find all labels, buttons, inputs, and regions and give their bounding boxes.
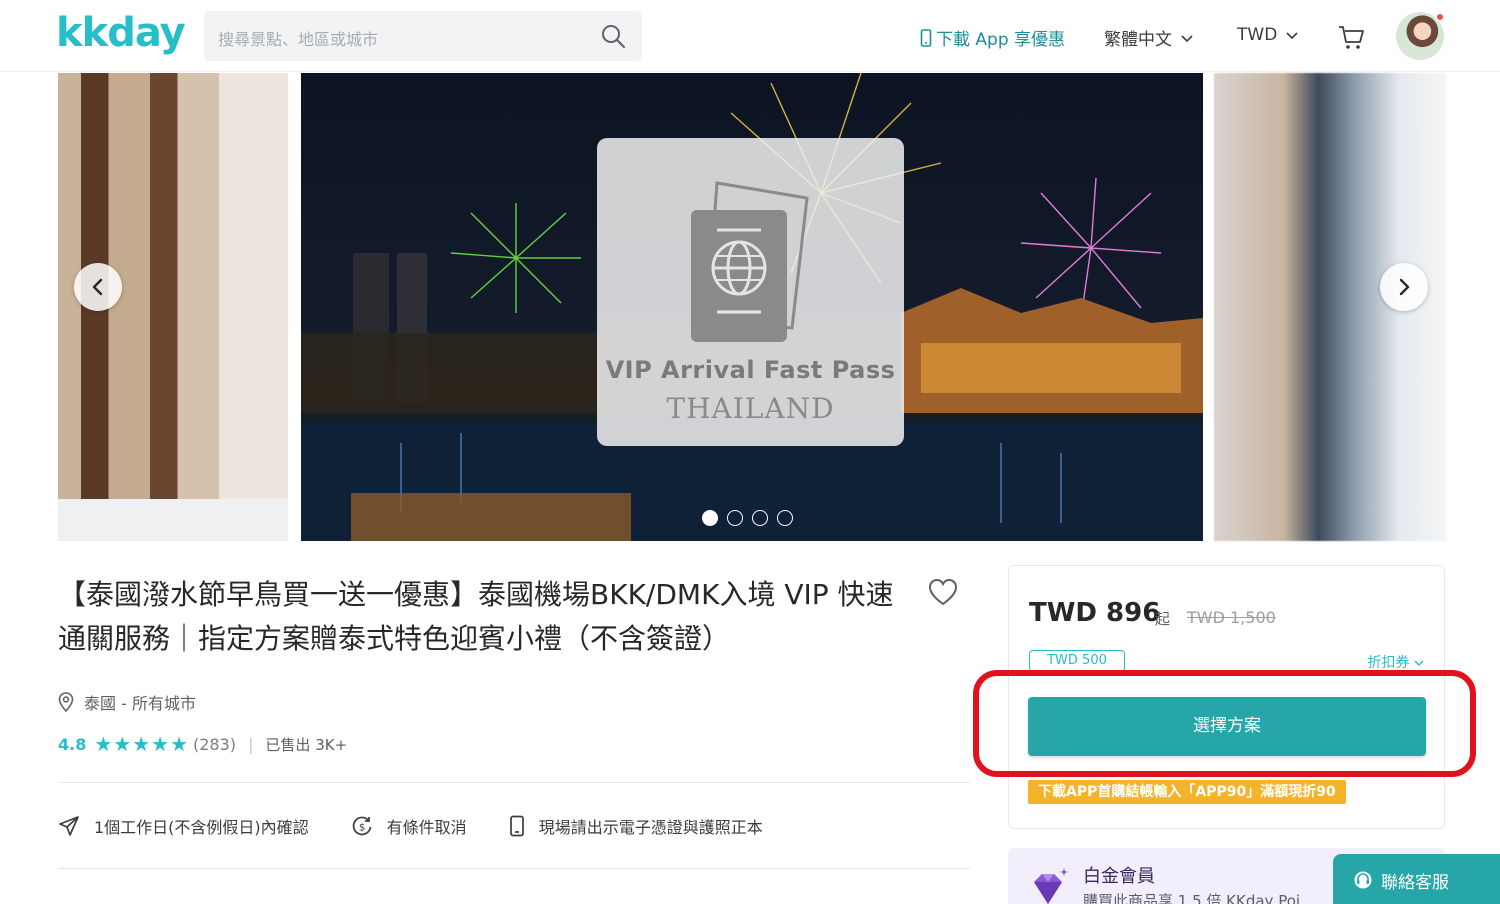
mobile-voucher-icon [509,815,524,837]
gallery-prev-button[interactable] [74,263,122,311]
language-selector[interactable]: 繁體中文 [1104,25,1194,50]
product-location: 泰國 - 所有城市 [58,690,196,714]
feature-label: 有條件取消 [386,818,467,837]
app-promo-banner: 下載APP首購結帳輸入「APP90」滿額現折90 [1028,780,1346,804]
passport-icon [691,181,809,342]
kkday-logo[interactable]: kkday [56,10,186,56]
download-app-label: 下載 App 享優惠 [936,30,1066,50]
review-count[interactable]: (283) [193,735,236,754]
top-header: kkday 搜尋景點、地區或城市 下載 App 享優惠 繁體中文 TWD [0,0,1500,72]
notification-dot [1435,12,1445,22]
product-title: 【泰國潑水節早鳥買一送一優惠】泰國機場BKK/DMK入境 VIP 快速通關服務｜… [58,578,894,655]
paper-plane-icon [59,816,79,836]
membership-subtitle: 購買此商品享 1.5 倍 KKday Poi [1083,892,1301,904]
search-icon[interactable] [600,23,626,49]
coupon-dropdown[interactable]: 折扣券 [1368,652,1424,672]
membership-title: 白金會員 [1083,866,1155,887]
heart-icon[interactable] [928,578,958,606]
phone-icon [920,28,932,47]
coupon-badge[interactable]: TWD 500 [1029,650,1125,672]
price-original: TWD 1,500 [1187,608,1276,627]
rating-separator: | [248,734,254,754]
price-current: TWD 896 [1029,598,1161,628]
cart-icon[interactable] [1336,22,1366,52]
currency-label: TWD [1237,25,1278,45]
gallery-dot[interactable] [702,510,718,526]
highlight-annotation [973,670,1476,777]
gallery-next-button[interactable] [1380,263,1428,311]
product-rating[interactable]: 4.8 ★★★★★ (283) | 已售出 3K+ [58,732,347,756]
headset-icon [1354,871,1372,889]
chevron-down-icon [1181,34,1193,42]
product-features: 1個工作日(不含例假日)內確認 $ 有條件取消 現場請出示電子憑證與護照正本 [58,814,805,838]
feature-cancellation: $ 有條件取消 [351,814,467,838]
refund-icon: $ [352,816,372,836]
divider [58,782,970,783]
price-from-label: 起 [1155,610,1171,628]
diamond-icon [1034,868,1068,904]
location-pin-icon [58,692,74,712]
search-bar[interactable]: 搜尋景點、地區或城市 [204,11,642,61]
language-label: 繁體中文 [1104,30,1172,50]
feature-label: 1個工作日(不含例假日)內確認 [94,818,309,837]
location-label: 泰國 - 所有城市 [84,694,196,713]
currency-selector[interactable]: TWD [1237,25,1299,45]
chevron-left-icon [92,278,103,296]
image-gallery: VIP Arrival Fast Pass THAILAND [0,73,1500,541]
contact-support-button[interactable]: 聯絡客服 [1333,854,1500,904]
gallery-dot[interactable] [752,510,768,526]
chevron-right-icon [1399,278,1410,296]
feature-confirmation: 1個工作日(不含例假日)內確認 [58,814,309,838]
rating-stars-icon: ★★★★★ [94,732,189,756]
overlay-subtitle: THAILAND [666,392,835,425]
rating-score: 4.8 [58,734,87,754]
feature-label: 現場請出示電子憑證與護照正本 [538,818,763,837]
divider [58,868,970,869]
gallery-dot[interactable] [727,510,743,526]
chevron-down-icon [1286,32,1298,40]
gallery-dot[interactable] [777,510,793,526]
overlay-title: VIP Arrival Fast Pass [605,356,896,384]
coupon-link-label: 折扣券 [1367,655,1410,671]
feature-voucher: 現場請出示電子憑證與護照正本 [509,814,763,838]
search-input[interactable]: 搜尋景點、地區或城市 [218,26,378,50]
support-label: 聯絡客服 [1381,872,1449,893]
download-app-link[interactable]: 下載 App 享優惠 [920,25,1065,50]
gallery-pagination [702,510,793,526]
chevron-down-icon [1414,660,1424,666]
svg-text:$: $ [358,823,364,834]
sold-count: 已售出 3K+ [265,735,348,754]
vip-pass-card: VIP Arrival Fast Pass THAILAND [597,138,904,446]
gallery-image-main[interactable]: VIP Arrival Fast Pass THAILAND [301,73,1203,541]
